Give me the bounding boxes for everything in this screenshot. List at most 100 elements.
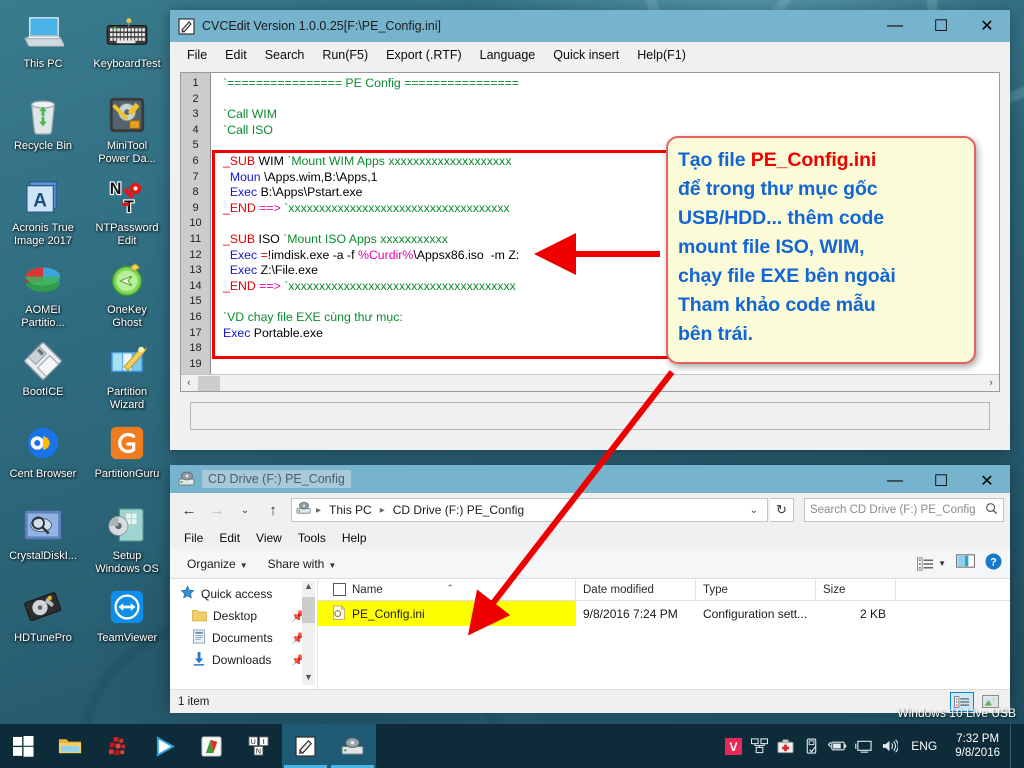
- desktop-icon-aomei[interactable]: AOMEI Partitio...: [8, 252, 78, 330]
- clock[interactable]: 7:32 PM 9/8/2016: [947, 732, 1008, 760]
- desktop-icon-label: BootICE: [22, 386, 64, 398]
- refresh-button[interactable]: ↻: [770, 498, 794, 522]
- cvcedit-title-bar[interactable]: CVCEdit Version 1.0.0.25[F:\PE_Config.in…: [170, 10, 1010, 42]
- desktop-icon-keyboard[interactable]: KeyboardTest: [92, 6, 162, 84]
- view-options-button[interactable]: ▼: [917, 556, 946, 571]
- navigation-pane-list: Quick access Desktop 📌 Documents 📌 Downloads 📌: [170, 583, 317, 671]
- file-explorer-taskbar-icon[interactable]: [47, 724, 94, 768]
- desktop-icon-hdtune[interactable]: HDTunePro: [8, 580, 78, 658]
- navpane-scroll-up-arrow[interactable]: ▲: [302, 581, 315, 594]
- address-dropdown-icon[interactable]: ⌄: [745, 505, 763, 516]
- media-player-icon[interactable]: [141, 724, 188, 768]
- column-header-type[interactable]: Type: [696, 578, 816, 601]
- breadcrumb-cd-drive[interactable]: CD Drive (F:) PE_Config: [390, 501, 527, 519]
- explorer-maximize-button[interactable]: ☐: [918, 465, 964, 497]
- show-desktop-button[interactable]: [1010, 724, 1018, 768]
- search-box[interactable]: Search CD Drive (F:) PE_Config: [804, 498, 1004, 522]
- cvcedit-minimize-button[interactable]: —: [872, 10, 918, 42]
- desktop-icon-bootice[interactable]: BootICE: [8, 334, 78, 412]
- svg-text:T: T: [124, 198, 134, 216]
- scroll-right-arrow[interactable]: ›: [983, 377, 999, 389]
- navigation-pane-scrollbar[interactable]: ▲ ▼: [302, 581, 315, 685]
- desktop-icon-onekey-ghost[interactable]: OneKey Ghost: [92, 252, 162, 330]
- cvcedit-menu-export-rtf[interactable]: Export (.RTF): [377, 44, 470, 66]
- desktop-icon-acronis[interactable]: A Acronis True Image 2017: [8, 170, 78, 248]
- navpane-item-downloads[interactable]: Downloads 📌: [170, 649, 317, 671]
- callout-line-7: bên trái.: [678, 323, 753, 345]
- desktop-icon-partition-wizard[interactable]: Partition Wizard: [92, 334, 162, 412]
- cvcedit-taskbar-icon[interactable]: [282, 724, 329, 768]
- editor-horizontal-scrollbar[interactable]: ‹ ›: [181, 374, 999, 391]
- desktop-icon-setup-windows[interactable]: Setup Windows OS: [92, 498, 162, 576]
- battery-tray-icon[interactable]: [825, 724, 849, 768]
- explorer-close-button[interactable]: ✕: [964, 465, 1010, 497]
- search-icon[interactable]: [985, 502, 998, 518]
- line-number: 2: [192, 92, 199, 105]
- explorer-minimize-button[interactable]: —: [872, 465, 918, 497]
- cvcedit-menu-file[interactable]: File: [178, 44, 216, 66]
- vlc-tray-icon[interactable]: V: [721, 724, 745, 768]
- navpane-scrollbar-thumb[interactable]: [302, 597, 315, 623]
- paint-app-icon[interactable]: [188, 724, 235, 768]
- desktop-icon-ntpassword[interactable]: N T NTPassword Edit: [92, 170, 162, 248]
- desktop-icon-partitionguru[interactable]: PartitionGuru: [92, 416, 162, 494]
- scrollbar-track[interactable]: [220, 375, 983, 391]
- toolbar-share-with-button[interactable]: Share with ▼: [259, 553, 346, 575]
- table-row[interactable]: PE_Config.ini 9/8/2016 7:24 PM Configurati…: [318, 601, 1010, 626]
- cvcedit-close-button[interactable]: ✕: [964, 10, 1010, 42]
- annotation-callout: Tạo file PE_Config.ini để trong thư mục …: [666, 136, 976, 364]
- cvcedit-menu-language[interactable]: Language: [471, 44, 545, 66]
- cvcedit-menu-run-f5[interactable]: Run(F5): [313, 44, 377, 66]
- column-header-name[interactable]: Name ⌃: [318, 578, 576, 601]
- cvcedit-menu-search[interactable]: Search: [256, 44, 314, 66]
- help-button[interactable]: ?: [985, 553, 1002, 575]
- address-bar[interactable]: ▸ This PC ▸ CD Drive (F:) PE_Config ⌄: [291, 498, 768, 522]
- desktop-icon-cent-browser[interactable]: Cent Browser: [8, 416, 78, 494]
- cvcedit-menu-quick-insert[interactable]: Quick insert: [544, 44, 628, 66]
- explorer-menu-tools[interactable]: Tools: [290, 528, 334, 548]
- display-tray-icon[interactable]: [851, 724, 875, 768]
- explorer-file-pane[interactable]: Name ⌃ Date modified Type Size PE_Config.ini…: [318, 578, 1010, 689]
- windows-watermark: Windows 10 Live USB: [897, 706, 1016, 720]
- navpane-scroll-down-arrow[interactable]: ▼: [302, 672, 315, 685]
- up-button[interactable]: ↑: [260, 497, 286, 523]
- desktop-icon-computer[interactable]: This PC: [8, 6, 78, 84]
- back-button[interactable]: ←: [176, 497, 202, 523]
- column-header-date-modified[interactable]: Date modified: [576, 578, 696, 601]
- column-header-size[interactable]: Size: [816, 578, 896, 601]
- navpane-item-quick-access[interactable]: Quick access: [170, 583, 317, 605]
- navpane-item-desktop[interactable]: Desktop 📌: [170, 605, 317, 627]
- forward-button[interactable]: →: [204, 497, 230, 523]
- toolbar-organize-button[interactable]: Organize ▼: [178, 553, 257, 575]
- volume-tray-icon[interactable]: [877, 724, 901, 768]
- preview-pane-icon[interactable]: [955, 554, 976, 573]
- scrollbar-thumb[interactable]: [198, 375, 220, 391]
- cvcedit-menu-edit[interactable]: Edit: [216, 44, 256, 66]
- select-all-checkbox[interactable]: [333, 583, 346, 596]
- explorer-menu-view[interactable]: View: [248, 528, 290, 548]
- desktop-icon-crystaldiskinfo[interactable]: CrystalDiskI...: [8, 498, 78, 576]
- cvcedit-maximize-button[interactable]: ☐: [918, 10, 964, 42]
- navpane-item-documents[interactable]: Documents 📌: [170, 627, 317, 649]
- address-bar-drive-icon: [296, 501, 311, 519]
- cd-drive-taskbar-icon[interactable]: [329, 724, 376, 768]
- usb-tray-icon[interactable]: [799, 724, 823, 768]
- explorer-menu-help[interactable]: Help: [334, 528, 375, 548]
- cvcedit-menu-help-f1[interactable]: Help(F1): [628, 44, 695, 66]
- desktop-icon-teamviewer[interactable]: TeamViewer: [92, 580, 162, 658]
- desktop-icon-minitool[interactable]: MiniTool Power Da...: [92, 88, 162, 166]
- red-blocks-app-icon[interactable]: [94, 724, 141, 768]
- language-indicator[interactable]: ENG: [903, 739, 945, 753]
- unikey-icon[interactable]: U I N: [235, 724, 282, 768]
- explorer-title-bar[interactable]: CD Drive (F:) PE_Config — ☐ ✕: [170, 465, 1010, 493]
- explorer-menu-edit[interactable]: Edit: [211, 528, 248, 548]
- scroll-left-arrow[interactable]: ‹: [181, 377, 197, 389]
- breadcrumb-this-pc[interactable]: This PC: [326, 501, 375, 519]
- network-tray-icon[interactable]: [747, 724, 771, 768]
- file-explorer-window[interactable]: CD Drive (F:) PE_Config — ☐ ✕ ← → ⌄ ↑ ▸ …: [170, 465, 1010, 713]
- desktop-icon-recycle-bin[interactable]: Recycle Bin: [8, 88, 78, 166]
- first-aid-tray-icon[interactable]: [773, 724, 797, 768]
- explorer-menu-file[interactable]: File: [176, 528, 211, 548]
- recent-locations-button[interactable]: ⌄: [232, 497, 258, 523]
- start-button[interactable]: [0, 724, 47, 768]
